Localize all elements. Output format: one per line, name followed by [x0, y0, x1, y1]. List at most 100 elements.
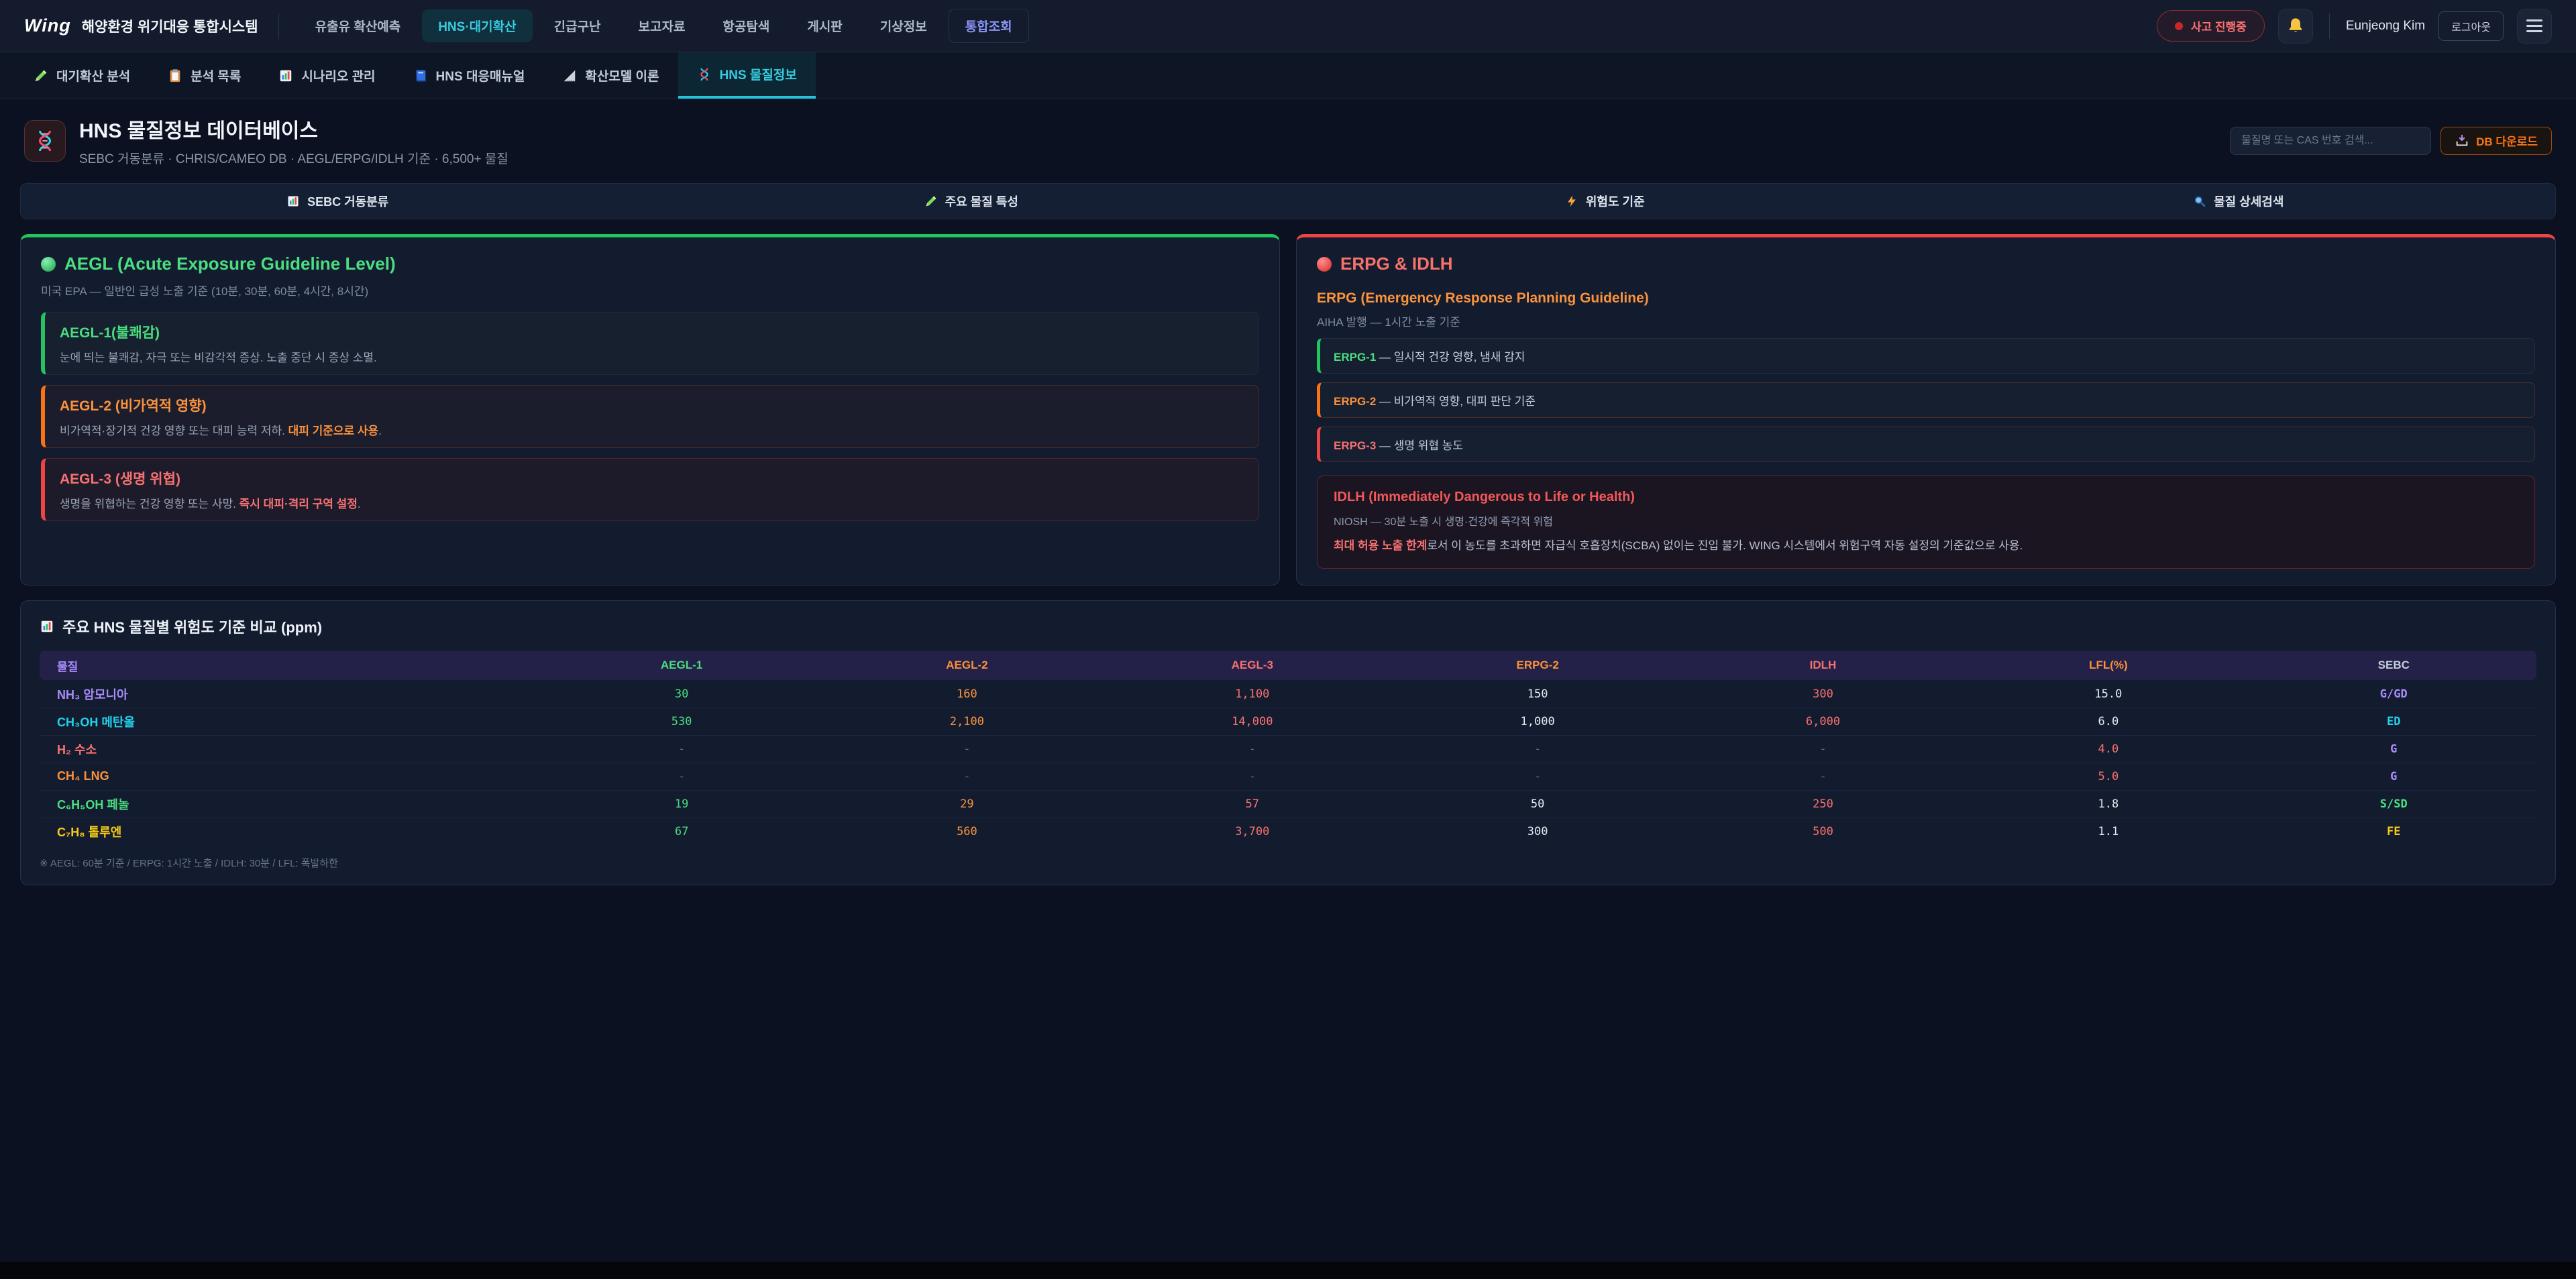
- tab-substance-properties[interactable]: 주요 물질 특성: [655, 184, 1289, 219]
- subnav-item-hns-substance-info[interactable]: HNS 물질정보: [678, 52, 816, 99]
- nav-item-integrated-search[interactable]: 통합조회: [949, 9, 1029, 43]
- hazard-comparison-table: 물질AEGL-1AEGL-2AEGL-3ERPG-2IDLHLFL(%)SEBC…: [40, 651, 2536, 845]
- column-header: 물질: [40, 651, 539, 680]
- table-cell: 250: [1680, 790, 1966, 818]
- table-row: CH₄ LNG-----5.0G: [40, 763, 2536, 790]
- table-cell: -: [1395, 735, 1680, 763]
- table-cell: 300: [1680, 680, 1966, 708]
- table-header-row: 물질AEGL-1AEGL-2AEGL-3ERPG-2IDLHLFL(%)SEBC: [40, 651, 2536, 680]
- incident-dot-icon: [2175, 22, 2183, 30]
- divider: [2329, 13, 2330, 39]
- bolt-icon: [1565, 194, 1578, 208]
- page-header-texts: HNS 물질정보 데이터베이스 SEBC 거동분류 · CHRIS/CAMEO …: [79, 114, 508, 167]
- table-cell: 530: [539, 708, 824, 735]
- table-cell: -: [539, 763, 824, 790]
- table-cell: 300: [1395, 818, 1680, 845]
- incident-status-badge[interactable]: 사고 진행중: [2157, 10, 2265, 42]
- table-cell: 30: [539, 680, 824, 708]
- erpg-2-item: ERPG-2 — 비가역적 영향, 대피 판단 기준: [1317, 382, 2535, 418]
- nav-item-aerial-search[interactable]: 항공탐색: [706, 9, 786, 42]
- erpg-subtitle: AIHA 발행 — 1시간 노출 기준: [1317, 313, 2535, 329]
- table-cell: -: [1680, 763, 1966, 790]
- column-header: AEGL-2: [824, 651, 1110, 680]
- table-cell: 150: [1395, 680, 1680, 708]
- erpg-idlh-panel: ERPG & IDLH ERPG (Emergency Response Pla…: [1296, 234, 2556, 586]
- aegl-3-desc: 생명을 위협하는 건강 영향 또는 사망. 즉시 대피·격리 구역 설정.: [60, 494, 1244, 511]
- aegl-panel-title: AEGL (Acute Exposure Guideline Level): [41, 254, 1259, 274]
- erpg-panel-title: ERPG & IDLH: [1317, 254, 2535, 274]
- substance-cell: C₇H₈ 톨루엔: [40, 818, 539, 845]
- table-cell: ED: [2251, 708, 2536, 735]
- subnav-item-hns-manual[interactable]: HNS 대응매뉴얼: [394, 52, 544, 99]
- dna-icon: [24, 120, 66, 162]
- substance-cell: CH₃OH 메탄올: [40, 708, 539, 735]
- aegl-3-name: AEGL-3 (생명 위협): [60, 468, 1244, 488]
- pencil-icon: [34, 68, 48, 83]
- hamburger-icon: [2526, 19, 2542, 32]
- chart-icon: [278, 68, 293, 83]
- divider: [278, 13, 279, 39]
- subnav-item-analysis-list[interactable]: 분석 목록: [149, 52, 260, 99]
- page-title: HNS 물질정보 데이터베이스: [79, 114, 508, 144]
- table-cell: -: [539, 735, 824, 763]
- column-header: SEBC: [2251, 651, 2536, 680]
- table-cell: -: [1680, 735, 1966, 763]
- nav-item-board[interactable]: 게시판: [791, 9, 858, 42]
- logout-button[interactable]: 로그아웃: [2438, 11, 2504, 41]
- table-row: CH₃OH 메탄올5302,10014,0001,0006,0006.0ED: [40, 708, 2536, 735]
- app-logo: Wing 해양환경 위기대응 통합시스템: [24, 15, 258, 36]
- nav-item-reports[interactable]: 보고자료: [623, 9, 702, 42]
- table-cell: G: [2251, 735, 2536, 763]
- substance-search-input[interactable]: [2230, 127, 2431, 155]
- idlh-source-line: NIOSH — 30분 노출 시 생명·건강에 즉각적 위험: [1334, 512, 2518, 529]
- logo-wing-mark: Wing: [24, 15, 71, 36]
- nav-item-hns-diffusion[interactable]: HNS·대기확산: [422, 9, 532, 42]
- nav-item-oil-spill[interactable]: 유출유 확산예측: [299, 9, 417, 42]
- table-cell: 14,000: [1110, 708, 1395, 735]
- tab-hazard-criteria[interactable]: 위험도 기준: [1288, 184, 1922, 219]
- aegl-1-item: AEGL-1(불쾌감) 눈에 띄는 불쾌감, 자극 또는 비감각적 증상. 노출…: [41, 312, 1259, 375]
- notifications-button[interactable]: [2278, 9, 2313, 44]
- column-header: ERPG-2: [1395, 651, 1680, 680]
- tab-substance-detail-search[interactable]: 물질 상세검색: [1922, 184, 2556, 219]
- table-cell: S/SD: [2251, 790, 2536, 818]
- chart-icon: [286, 194, 300, 208]
- sub-nav: 대기확산 분석 분석 목록 시나리오 관리 HNS 대응매뉴얼 확산모델 이론 …: [0, 52, 2576, 99]
- aegl-2-name: AEGL-2 (비가역적 영향): [60, 395, 1244, 415]
- tab-sebc-classification[interactable]: SEBC 거동분류: [21, 184, 655, 219]
- table-cell: 57: [1110, 790, 1395, 818]
- db-download-button[interactable]: DB 다운로드: [2440, 127, 2552, 155]
- table-cell: 160: [824, 680, 1110, 708]
- nav-item-rescue[interactable]: 긴급구난: [538, 9, 617, 42]
- table-cell: 4.0: [1966, 735, 2251, 763]
- table-row: C₆H₅OH 페놀192957502501.8S/SD: [40, 790, 2536, 818]
- idlh-title: IDLH (Immediately Dangerous to Life or H…: [1334, 490, 2518, 505]
- table-cell: 6,000: [1680, 708, 1966, 735]
- section-tab-strip: SEBC 거동분류 주요 물질 특성 위험도 기준 물질 상세검색: [20, 183, 2556, 219]
- subnav-item-diffusion-analysis[interactable]: 대기확산 분석: [15, 52, 149, 99]
- nav-item-weather[interactable]: 기상정보: [864, 9, 943, 42]
- table-title: 주요 HNS 물질별 위험도 기준 비교 (ppm): [40, 616, 2536, 637]
- idlh-description: 최대 허용 노출 한계로서 이 농도를 초과하면 자급식 호흡장치(SCBA) …: [1334, 537, 2518, 555]
- subnav-item-scenario-management[interactable]: 시나리오 관리: [260, 52, 394, 99]
- table-row: NH₃ 암모니아301601,10015030015.0G/GD: [40, 680, 2536, 708]
- column-header: LFL(%): [1966, 651, 2251, 680]
- aegl-2-desc: 비가역적·장기적 건강 영향 또는 대피 능력 저하. 대피 기준으로 사용.: [60, 421, 1244, 438]
- table-footnote: ※ AEGL: 60분 기준 / ERPG: 1시간 노출 / IDLH: 30…: [40, 856, 2536, 870]
- table-cell: FE: [2251, 818, 2536, 845]
- table-cell: 67: [539, 818, 824, 845]
- menu-button[interactable]: [2517, 9, 2552, 44]
- table-cell: 560: [824, 818, 1110, 845]
- subnav-item-diffusion-model-theory[interactable]: 확산모델 이론: [543, 52, 678, 99]
- table-cell: 50: [1395, 790, 1680, 818]
- download-icon: [2455, 133, 2469, 148]
- substance-cell: H₂ 수소: [40, 735, 539, 763]
- table-cell: 500: [1680, 818, 1966, 845]
- table-cell: -: [1395, 763, 1680, 790]
- table-cell: -: [824, 763, 1110, 790]
- table-body: NH₃ 암모니아301601,10015030015.0G/GDCH₃OH 메탄…: [40, 680, 2536, 845]
- aegl-3-item: AEGL-3 (생명 위협) 생명을 위협하는 건강 영향 또는 사망. 즉시 …: [41, 458, 1259, 521]
- top-bar: Wing 해양환경 위기대응 통합시스템 유출유 확산예측 HNS·대기확산 긴…: [0, 0, 2576, 52]
- incident-badge-label: 사고 진행중: [2191, 17, 2247, 34]
- green-circle-icon: [41, 257, 56, 272]
